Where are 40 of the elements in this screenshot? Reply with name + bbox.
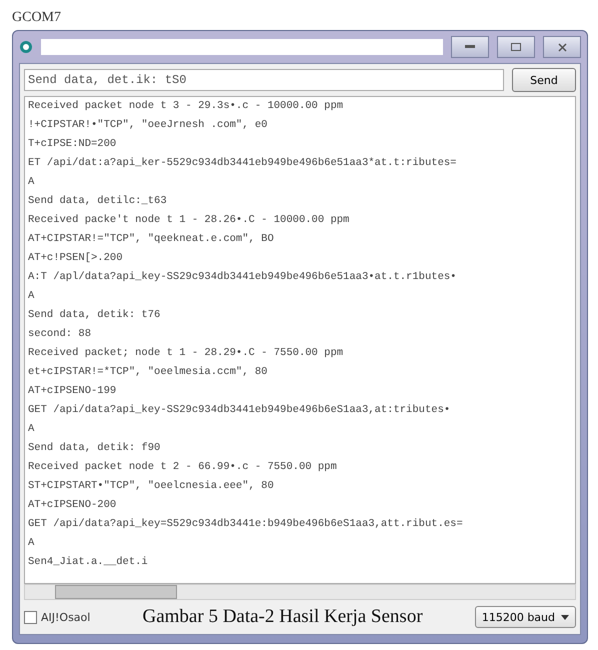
log-line: GET /api/data?api_key-SS29c934db3441eb949be496b6eS1aa3,at:tributes• [28, 403, 452, 418]
log-line: A:T /apl/data?api_key-SS29c934db3441eb949be496b6e51aa3•at.t.r1butes• [28, 270, 458, 285]
log-line: A [28, 536, 36, 551]
log-line: Send data, detik: t76 [28, 308, 162, 323]
log-line: ST+CIPSTART•"TCP", "oeelcnesia.eee", 80 [28, 479, 275, 494]
minimize-button[interactable] [451, 36, 489, 58]
app-icon [19, 40, 33, 54]
log-line: Received packet node t 3 - 29.3s•.c - 10000.00 ppm [28, 99, 344, 114]
maximize-icon [511, 43, 521, 51]
log-line: AT+cIPSENO-200 [28, 498, 118, 513]
log-line: T+cIPSE:ND=200 [28, 137, 118, 152]
caret-icon [561, 614, 569, 620]
log-line: Sen4_Jiat.a.__det.i [28, 555, 149, 570]
log-line: A [28, 175, 36, 190]
log-line: Received packe't node t 1 - 28.26•.C - 10000.00 ppm [28, 213, 350, 228]
baud-dropdown[interactable]: 115200 baud [474, 606, 576, 628]
horizontal-scrollbar[interactable] [24, 584, 576, 600]
log-line: Received packet node t 2 - 66.99•.c - 7550.00 ppm [28, 460, 338, 475]
minimize-icon [465, 45, 475, 49]
close-button[interactable] [543, 36, 581, 58]
log-line: et+cIPSTAR!=*TCP", "oeelmesia.ccm", 80 [28, 365, 268, 380]
page-heading: GCOM7 [12, 10, 62, 27]
autoscroll-checkbox[interactable]: AIJ!Osaol [24, 610, 90, 624]
log-line: Received packet; node t 1 - 28.29•.C - 7550.00 ppm [28, 346, 344, 361]
log-line: ET /api/dat:a?api_ker-5529c934db3441eb949be496b6e51aa3*at.t:ributes= [28, 156, 458, 171]
log-line: second: 88 [28, 327, 92, 342]
log-line: AT+CIPSTAR!="TCP", "qeekneat.e.com", BO [28, 232, 275, 247]
log-line: Send data, detik: f90 [28, 441, 162, 456]
send-button[interactable]: Send [512, 68, 576, 92]
maximize-button[interactable] [497, 36, 535, 58]
log-line: AT+cIPSENO-199 [28, 384, 118, 399]
log-line: Send data, detilc:_t63 [28, 194, 168, 209]
log-line: AT+c!PSEN[>.200 [28, 251, 124, 266]
log-line: A [28, 422, 36, 437]
figure-caption: Gambar 5 Data-2 Hasil Kerja Sensor [142, 606, 424, 628]
close-icon [558, 42, 566, 52]
log-line: A [28, 289, 36, 304]
log-line: GET /api/data?api_key=S529c934db3441e:b949be496b6eS1aa3,att.ribut.es= [28, 517, 464, 532]
log-line: !+CIPSTAR!•"TCP", "oeeJrnesh .com", e0 [28, 118, 268, 133]
input-field[interactable]: Send data, det.ik: tS0 [24, 69, 504, 91]
